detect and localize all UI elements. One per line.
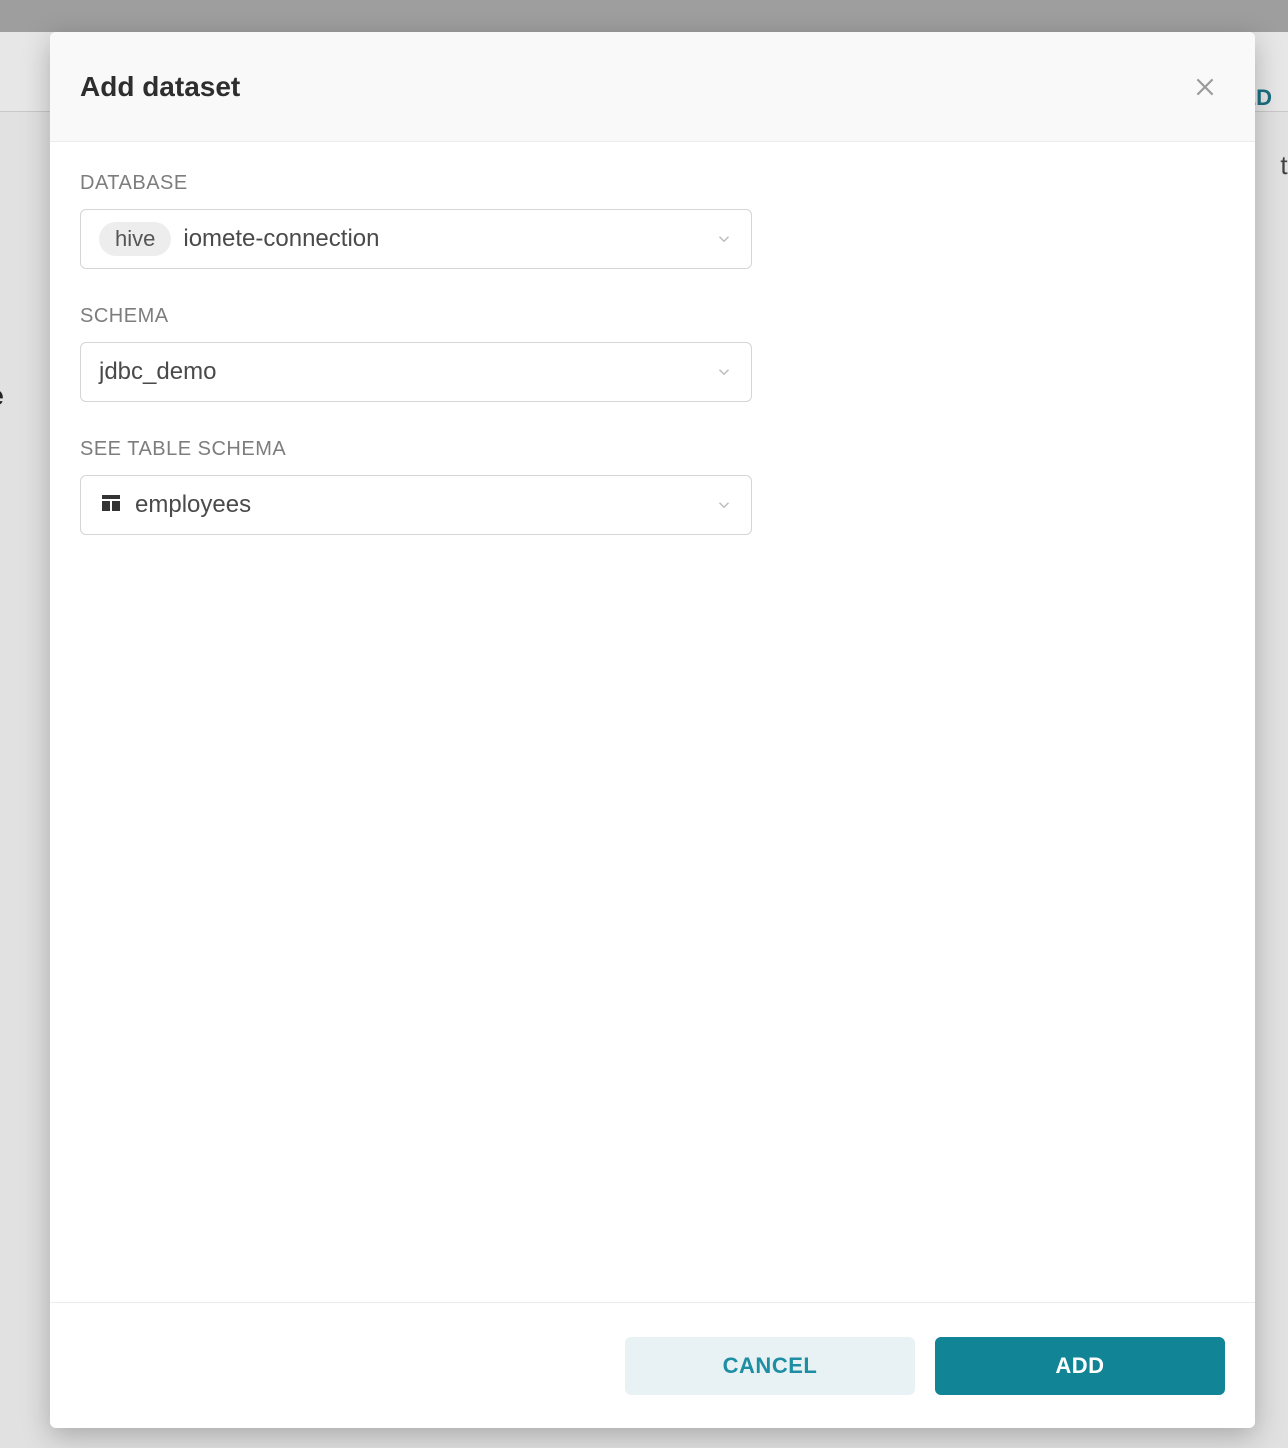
- bg-hint-right: t or: [1280, 150, 1288, 181]
- table-label: SEE TABLE SCHEMA: [80, 438, 752, 461]
- chevron-down-icon: [715, 363, 733, 381]
- modal-title: Add dataset: [80, 71, 240, 103]
- database-engine-tag: hive: [99, 222, 171, 256]
- database-field: DATABASE hive iomete-connection: [80, 172, 752, 269]
- add-button[interactable]: ADD: [935, 1337, 1225, 1395]
- database-select[interactable]: hive iomete-connection: [80, 209, 752, 269]
- table-select[interactable]: employees: [80, 475, 752, 535]
- schema-label: SCHEMA: [80, 305, 752, 328]
- add-dataset-modal: Add dataset DATABASE hive iomete-connect…: [50, 32, 1255, 1428]
- bg-hint-sideleft: oase: [0, 380, 4, 412]
- bg-topbar: [0, 0, 1288, 32]
- table-value: employees: [135, 491, 251, 519]
- schema-field: SCHEMA jdbc_demo: [80, 305, 752, 402]
- chevron-down-icon: [715, 496, 733, 514]
- cancel-button[interactable]: CANCEL: [625, 1337, 915, 1395]
- schema-value: jdbc_demo: [99, 358, 216, 386]
- modal-footer: CANCEL ADD: [50, 1302, 1255, 1428]
- table-field: SEE TABLE SCHEMA employees: [80, 438, 752, 535]
- database-value: iomete-connection: [183, 225, 379, 253]
- table-icon: [99, 491, 123, 520]
- modal-body: DATABASE hive iomete-connection SCHEMA j…: [50, 142, 1255, 1302]
- modal-header: Add dataset: [50, 32, 1255, 142]
- schema-select[interactable]: jdbc_demo: [80, 342, 752, 402]
- close-button[interactable]: [1185, 67, 1225, 107]
- database-label: DATABASE: [80, 172, 752, 195]
- chevron-down-icon: [715, 230, 733, 248]
- close-icon: [1192, 74, 1218, 100]
